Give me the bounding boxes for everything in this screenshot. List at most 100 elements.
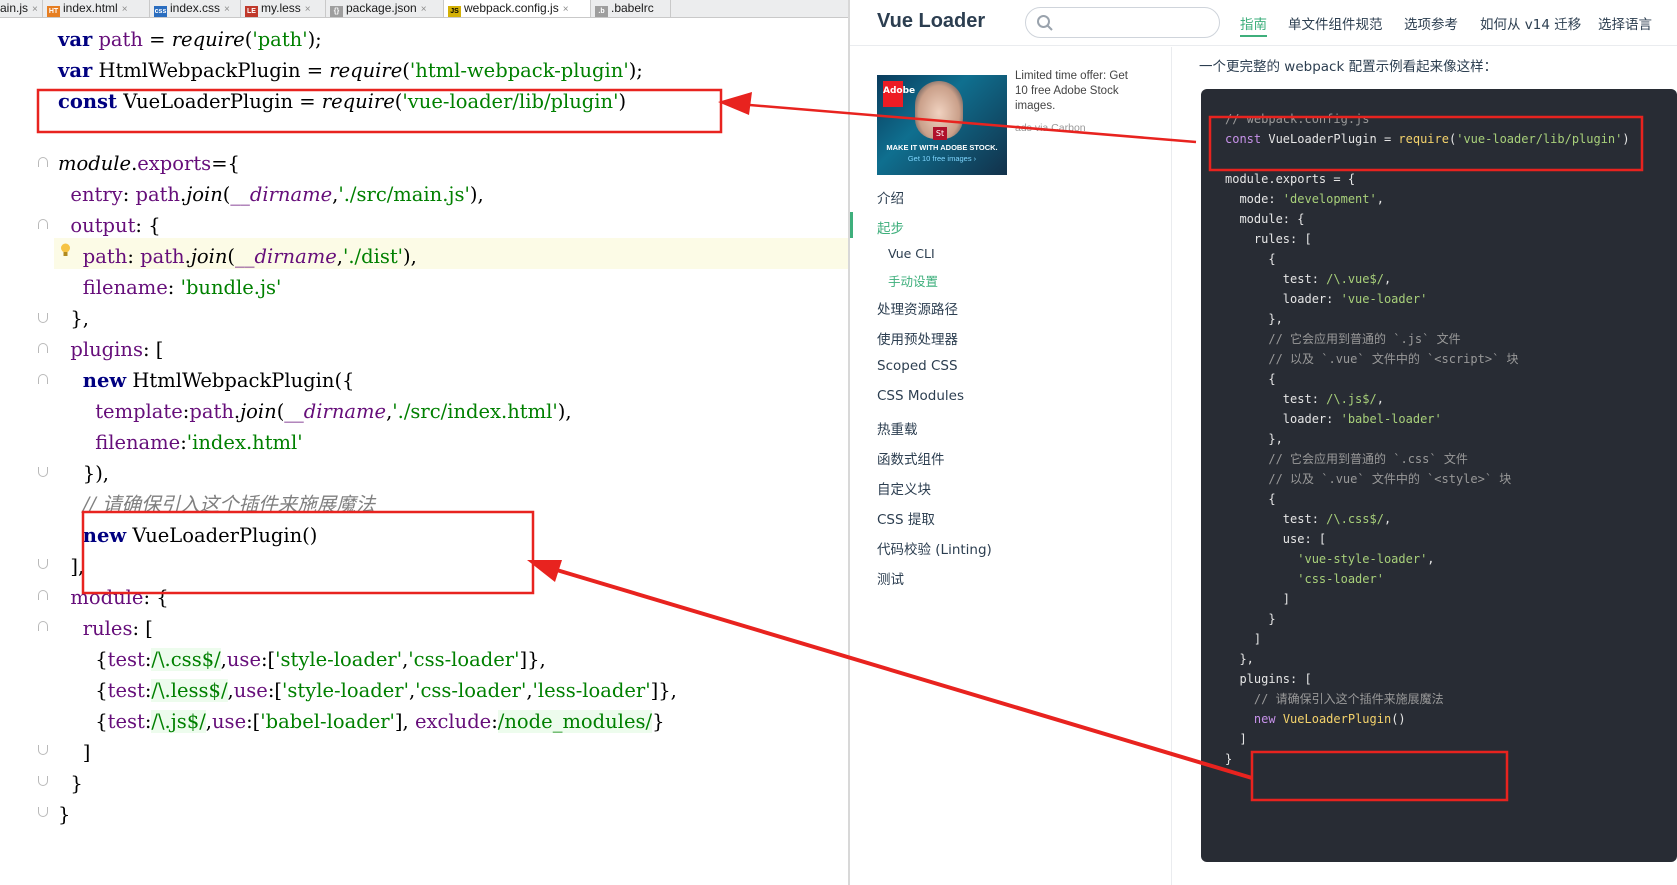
content-paragraph: 一个更完整的 webpack 配置示例看起来像这样： xyxy=(1199,59,1498,75)
tab-index-html[interactable]: HT index.html × xyxy=(43,0,150,17)
sidebar-item-css-extraction[interactable]: CSS 提取 xyxy=(877,508,935,528)
ad-text[interactable]: Limited time offer: Get 10 free Adobe St… xyxy=(1015,69,1135,114)
code-comment: // webpack.config.js xyxy=(1225,112,1370,126)
sidebar-item-scoped-css[interactable]: Scoped CSS xyxy=(877,358,958,374)
docs-navbar: Vue Loader 指南 单文件组件规范 选项参考 如何从 v14 迁移 选择… xyxy=(850,0,1677,46)
code-line: 'css-loader' xyxy=(1297,572,1384,586)
nav-link-migration[interactable]: 如何从 v14 迁移 xyxy=(1480,13,1581,33)
code-line: {test:/\.js$/,use:['babel-loader'], excl… xyxy=(58,710,665,733)
fold-toggle-icon[interactable] xyxy=(38,467,48,477)
code-comment: // 它会应用到普通的 `.js` 文件 xyxy=(1225,332,1461,346)
sidebar-item-testing[interactable]: 测试 xyxy=(877,568,904,588)
sidebar-item-custom-blocks[interactable]: 自定义块 xyxy=(877,478,931,498)
code-line: path: path.join(__dirname,'./dist'), xyxy=(82,245,417,268)
tab-webpack-config-js[interactable]: JS webpack.config.js × xyxy=(444,0,591,17)
docs-content: 一个更完整的 webpack 配置示例看起来像这样： // webpack.co… xyxy=(1173,47,1677,885)
sidebar-item-getting-started[interactable]: 起步 xyxy=(877,217,904,237)
tab-main-js[interactable]: ain.js × xyxy=(0,0,43,17)
fold-toggle-icon[interactable] xyxy=(38,157,48,167)
sidebar-active-indicator xyxy=(850,212,853,238)
code-line: filename: 'bundle.js' xyxy=(82,276,282,299)
adobe-stock-badge: St xyxy=(933,127,947,140)
editor-tab-bar: ain.js × HT index.html × css index.css × LE my… xyxy=(0,0,848,18)
close-icon[interactable]: × xyxy=(305,4,311,15)
close-icon[interactable]: × xyxy=(421,4,427,15)
babelrc-file-icon: .b xyxy=(595,6,608,17)
code-line: var HtmlWebpackPlugin = require('html-we… xyxy=(58,59,643,82)
tab-label: .babelrc xyxy=(611,1,654,15)
close-icon[interactable]: × xyxy=(122,4,128,15)
nav-link-language[interactable]: 选择语言 xyxy=(1598,13,1652,33)
fold-toggle-icon[interactable] xyxy=(38,343,48,353)
docs-browser-page: Vue Loader 指南 单文件组件规范 选项参考 如何从 v14 迁移 选择… xyxy=(850,0,1677,885)
code-line: { xyxy=(1225,372,1276,386)
docs-sidebar: Adobe St MAKE IT WITH ADOBE STOCK. Get 1… xyxy=(850,47,1172,885)
tab-label: ain.js xyxy=(0,1,29,15)
code-line: module.exports={ xyxy=(58,152,240,175)
code-line: new VueLoaderPlugin() xyxy=(82,524,318,547)
code-line: } xyxy=(58,772,83,795)
tab-label: my.less xyxy=(261,1,301,15)
nav-link-options[interactable]: 选项参考 xyxy=(1404,13,1458,33)
tab-label: index.html xyxy=(63,1,118,15)
fold-toggle-icon[interactable] xyxy=(38,374,48,384)
sidebar-item-css-modules[interactable]: CSS Modules xyxy=(877,388,964,404)
code-line: new VueLoaderPlugin() xyxy=(1253,712,1406,726)
search-icon xyxy=(1037,15,1053,31)
fold-toggle-icon[interactable] xyxy=(38,807,48,817)
code-line: plugins: [ xyxy=(1225,672,1312,686)
code-line: template:path.join(__dirname,'./src/inde… xyxy=(95,400,572,423)
close-icon[interactable]: × xyxy=(563,4,569,15)
fold-toggle-icon[interactable] xyxy=(38,313,48,323)
fold-toggle-icon[interactable] xyxy=(38,219,48,229)
tab-babelrc[interactable]: .b .babelrc xyxy=(591,0,671,17)
code-line: { xyxy=(1225,492,1276,506)
code-line: mode: 'development', xyxy=(1225,192,1384,206)
code-comment: // 它会应用到普通的 `.css` 文件 xyxy=(1225,452,1468,466)
code-line: test: /\.css$/, xyxy=(1225,512,1392,526)
code-line: const VueLoaderPlugin = require('vue-loa… xyxy=(1225,132,1630,146)
nav-link-sfc-spec[interactable]: 单文件组件规范 xyxy=(1288,13,1383,33)
code-line: }, xyxy=(1225,432,1283,446)
fold-toggle-icon[interactable] xyxy=(38,621,48,631)
code-line: module: { xyxy=(70,586,169,609)
ad-image[interactable]: Adobe St MAKE IT WITH ADOBE STOCK. Get 1… xyxy=(877,75,1007,175)
sidebar-item-linting[interactable]: 代码校验 (Linting) xyxy=(877,538,992,558)
code-comment: // 请确保引入这个插件来施展魔法 xyxy=(58,493,376,516)
sidebar-item-intro[interactable]: 介绍 xyxy=(877,187,904,207)
code-line: filename:'index.html' xyxy=(95,431,303,454)
search-input[interactable] xyxy=(1025,7,1220,38)
nav-link-guide[interactable]: 指南 xyxy=(1240,13,1267,37)
tab-index-css[interactable]: css index.css × xyxy=(150,0,241,17)
editor-gutter xyxy=(0,19,54,885)
ad-via-link[interactable]: ads via Carbon xyxy=(1015,122,1086,134)
code-line: rules: [ xyxy=(82,617,153,640)
fold-toggle-icon[interactable] xyxy=(38,776,48,786)
fold-toggle-icon[interactable] xyxy=(38,590,48,600)
tab-package-json[interactable]: {} package.json × xyxy=(326,0,444,17)
sidebar-item-preprocessors[interactable]: 使用预处理器 xyxy=(877,328,958,348)
code-comment: // 以及 `.vue` 文件中的 `<script>` 块 xyxy=(1225,352,1519,366)
code-line: ] xyxy=(58,741,91,764)
tab-label: index.css xyxy=(170,1,221,15)
close-icon[interactable]: × xyxy=(32,4,38,15)
sidebar-item-asset-urls[interactable]: 处理资源路径 xyxy=(877,298,958,318)
site-title[interactable]: Vue Loader xyxy=(877,10,985,33)
code-line: use: [ xyxy=(1225,532,1327,546)
sidebar-item-functional[interactable]: 函数式组件 xyxy=(877,448,945,468)
close-icon[interactable]: × xyxy=(224,4,230,15)
fold-toggle-icon[interactable] xyxy=(38,745,48,755)
code-line: 'vue-style-loader', xyxy=(1297,552,1435,566)
code-line: {test:/\.less$/,use:['style-loader','css… xyxy=(58,679,677,702)
sidebar-subitem-manual-setup[interactable]: 手动设置 xyxy=(888,271,938,290)
less-file-icon: LE xyxy=(245,6,258,17)
fold-toggle-icon[interactable] xyxy=(38,559,48,569)
code-line: ] xyxy=(1225,632,1262,646)
tab-my-less[interactable]: LE my.less × xyxy=(241,0,326,17)
code-comment: // 请确保引入这个插件来施展魔法 xyxy=(1225,692,1444,706)
code-line: } xyxy=(1225,752,1233,766)
sidebar-item-hot-reload[interactable]: 热重载 xyxy=(877,418,918,438)
sidebar-subitem-vue-cli[interactable]: Vue CLI xyxy=(888,246,935,261)
code-line: rules: [ xyxy=(1225,232,1312,246)
code-editor[interactable]: ain.js × HT index.html × css index.css × LE my… xyxy=(0,0,848,885)
